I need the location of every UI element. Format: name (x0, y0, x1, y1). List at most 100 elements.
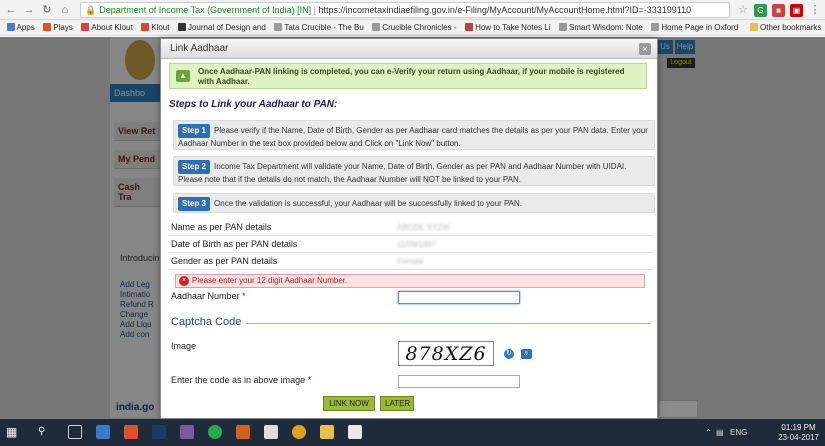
dialog-title: Link Aadhaar (161, 39, 657, 59)
chrome-icon[interactable] (292, 425, 306, 439)
info-notice: ▲ Once Aadhaar-PAN linking is completed,… (169, 63, 647, 89)
page-icon (559, 23, 568, 31)
menu-icon[interactable]: ⋮ (808, 3, 822, 17)
folder-icon (750, 23, 758, 31)
gender-label: Gender as per PAN details (171, 256, 278, 266)
section-divider (246, 323, 651, 324)
bookmark-item[interactable]: Plays (43, 20, 73, 35)
play-icon (43, 23, 52, 31)
later-button[interactable]: LATER (380, 396, 414, 411)
captcha-code-label-text: Enter the code as in above image (171, 375, 306, 385)
step-badge: Step 2 (178, 160, 211, 174)
aadhaar-label-text: Aadhaar Number (171, 291, 240, 301)
home-icon[interactable]: ⌂ (58, 3, 72, 17)
gender-row: Gender as per PAN details Female (169, 253, 653, 270)
step-text: Please verify if the Name, Date of Birth… (178, 126, 648, 148)
step-text: Once the validation is successful, your … (214, 199, 523, 208)
back-icon[interactable]: ← (4, 3, 18, 17)
mail-icon[interactable] (264, 425, 278, 439)
error-icon: × (179, 276, 189, 286)
dob-value: 11/09/1997 (397, 240, 437, 249)
secure-site-label: Department of Income Tax (Government of … (99, 5, 312, 15)
extension-icon[interactable]: ■ (772, 4, 785, 17)
bookmark-item[interactable]: How to Take Notes Li (465, 20, 551, 35)
clock-date: 23-04-2017 (778, 433, 819, 442)
search-icon[interactable]: ⚲ (38, 425, 52, 439)
bookmark-item[interactable]: Apps (6, 20, 35, 35)
apps-icon (6, 23, 15, 31)
folder-icon[interactable] (320, 425, 334, 439)
pdf-extension-icon[interactable]: ▣ (790, 4, 803, 17)
app-icon[interactable] (236, 425, 250, 439)
thumbs-up-icon: ▲ (176, 70, 190, 82)
klout-icon (141, 23, 150, 31)
language-indicator[interactable]: ENG (730, 428, 747, 437)
step-1: Step 1 Please verify if the Name, Date of… (173, 120, 655, 150)
app-icon[interactable] (124, 425, 138, 439)
bookmark-item[interactable]: Smart Wisdom: Note (559, 20, 643, 35)
app-icon[interactable] (208, 425, 222, 439)
bookmark-item[interactable]: Tata Crucible - The Bu (274, 20, 364, 35)
name-row: Name as per PAN details ABCDE XYZW (169, 219, 653, 236)
required-mark: * (242, 291, 246, 301)
app-icon[interactable] (348, 425, 362, 439)
star-icon[interactable]: ☆ (736, 3, 750, 17)
bookmark-item[interactable]: Crucible Chronicles - (372, 20, 457, 35)
task-view-icon[interactable] (68, 425, 82, 439)
bookmarks-bar: Apps Plays About Klout Klout Journal of … (0, 20, 825, 36)
name-value: ABCDE XYZW (397, 223, 450, 232)
captcha-section-title: Captcha Code (171, 316, 242, 328)
windows-taskbar: ▦ ⚲ ⌃ ▤ ENG 01:19 PM 23-04-2017 (0, 419, 825, 446)
refresh-captcha-icon[interactable]: ↻ (504, 349, 514, 359)
system-clock[interactable]: 01:19 PM 23-04-2017 (778, 423, 819, 443)
error-message: × Please enter your 12 digit Aadhaar Num… (175, 274, 645, 288)
audio-captcha-icon[interactable]: ♬ (521, 349, 532, 359)
captcha-image: 878XZ6 (398, 341, 494, 366)
grammarly-extension-icon[interactable]: G (754, 4, 767, 17)
other-bookmarks[interactable]: Other bookmarks (750, 20, 821, 35)
page-icon (177, 23, 186, 31)
close-icon[interactable]: × (639, 43, 651, 55)
step-3: Step 3 Once the validation is successful,… (173, 193, 655, 213)
tray-chevron-icon[interactable]: ⌃ (705, 428, 712, 437)
page-icon (465, 23, 474, 31)
aadhaar-label: Aadhaar Number * (171, 291, 246, 301)
step-badge: Step 3 (178, 197, 211, 211)
lock-icon: 🔒 (85, 5, 97, 15)
step-badge: Step 1 (178, 124, 211, 138)
network-icon[interactable]: ▤ (716, 428, 724, 437)
forward-icon[interactable]: → (22, 3, 36, 17)
address-bar[interactable]: 🔒 Department of Income Tax (Government of… (80, 2, 730, 18)
notice-text: Once Aadhaar-PAN linking is completed, y… (198, 67, 625, 86)
bookmark-item[interactable]: Home Page in Oxford (651, 20, 738, 35)
step-2: Step 2 Income Tax Department will validat… (173, 156, 655, 186)
image-label: Image (171, 341, 197, 351)
dob-row: Date of Birth as per PAN details 11/09/1… (169, 236, 653, 253)
clock-time: 01:19 PM (781, 423, 816, 432)
aadhaar-number-input[interactable] (398, 291, 520, 304)
error-text: Please enter your 12 digit Aadhaar Numbe… (192, 276, 348, 285)
browser-toolbar: ← → ↻ ⌂ 🔒 Department of Income Tax (Gover… (0, 0, 825, 20)
url-text: https://incometaxindiaefiling.gov.in/e-F… (318, 5, 692, 15)
gender-value: Female (397, 257, 424, 266)
windows-start-icon[interactable]: ▦ (6, 425, 20, 439)
step-text: Income Tax Department will validate your… (178, 162, 627, 184)
dob-label: Date of Birth as per PAN details (171, 239, 298, 249)
klout-icon (81, 23, 90, 31)
link-aadhaar-dialog: Link Aadhaar × ▲ Once Aadhaar-PAN linkin… (160, 38, 658, 419)
bookmark-item[interactable]: Journal of Design and (177, 20, 266, 35)
page-icon (274, 23, 283, 31)
captcha-code-label: Enter the code as in above image * (171, 375, 311, 385)
page-icon (372, 23, 381, 31)
steps-heading: Steps to Link your Aadhaar to PAN: (169, 99, 338, 110)
name-label: Name as per PAN details (171, 222, 272, 232)
link-now-button[interactable]: LINK NOW (323, 396, 375, 411)
steam-icon[interactable] (152, 425, 166, 439)
bookmark-item[interactable]: Klout (141, 20, 169, 35)
app-icon[interactable] (180, 425, 194, 439)
app-icon[interactable] (96, 425, 110, 439)
captcha-code-input[interactable] (398, 375, 520, 388)
required-mark: * (307, 375, 312, 385)
reload-icon[interactable]: ↻ (40, 3, 54, 17)
bookmark-item[interactable]: About Klout (81, 20, 133, 35)
